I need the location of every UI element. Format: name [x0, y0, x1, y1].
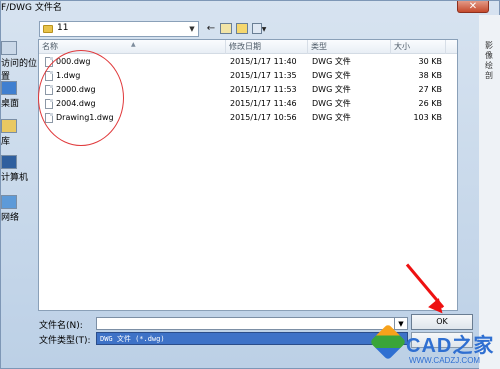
filename-label: 文件名(N):	[39, 321, 83, 331]
view-menu-button[interactable]: ▼	[251, 22, 267, 36]
file-type: DWG 文件	[312, 71, 351, 80]
sidebar-item-desktop[interactable]: 桌面	[1, 81, 37, 109]
file-date: 2015/1/17 11:40	[230, 57, 297, 66]
file-type: DWG 文件	[312, 57, 351, 66]
libraries-icon	[1, 119, 17, 133]
file-size: 38 KB	[418, 71, 442, 80]
annotation-circle	[38, 50, 124, 146]
column-header-date[interactable]: 修改日期	[226, 40, 308, 54]
computer-icon	[1, 155, 17, 169]
column-header-type[interactable]: 类型	[308, 40, 391, 54]
file-type: DWG 文件	[312, 85, 351, 94]
file-type: DWG 文件	[312, 99, 351, 108]
look-in-dropdown[interactable]: 11 ▼	[39, 21, 199, 37]
back-button[interactable]: ←	[205, 22, 217, 36]
sidebar-item-label: 网络	[1, 213, 20, 223]
file-list-header: 名称 ▲ 修改日期 类型 大小	[39, 40, 457, 54]
filetype-value: DWG 文件 (*.dwg)	[100, 335, 165, 343]
filetype-label: 文件类型(T):	[39, 336, 91, 346]
watermark-logo-icon	[369, 323, 407, 361]
sidebar-item-label: 桌面	[1, 99, 20, 109]
file-size: 26 KB	[418, 99, 442, 108]
file-date: 2015/1/17 11:46	[230, 99, 297, 108]
title-bar: F/DWG 文件名 ✕	[1, 1, 499, 13]
up-folder-icon	[220, 22, 232, 34]
sidebar-item-label: 访问的位置	[1, 59, 38, 82]
look-in-value: 11	[57, 23, 69, 33]
new-folder-button[interactable]	[235, 22, 249, 36]
open-file-dialog: F/DWG 文件名 ✕ 影像绘剖 11 ▼ ← ▼ 访问的位置 桌面 库 计算机…	[0, 0, 500, 369]
sidebar-item-recent[interactable]: 访问的位置	[1, 41, 37, 82]
sidebar-item-network[interactable]: 网络	[1, 195, 37, 223]
chevron-down-icon: ▼	[189, 25, 195, 33]
places-sidebar: 访问的位置 桌面 库 计算机 网络	[1, 39, 37, 294]
file-size: 30 KB	[418, 57, 442, 66]
window-title: F/DWG 文件名	[1, 3, 62, 13]
desktop-icon	[1, 81, 17, 95]
file-size: 103 KB	[413, 113, 442, 122]
sidebar-item-label: 计算机	[1, 173, 29, 183]
watermark-brand: CAD之家	[406, 335, 495, 357]
filename-input[interactable]	[96, 317, 408, 330]
new-folder-icon	[236, 22, 248, 34]
sidebar-item-computer[interactable]: 计算机	[1, 155, 37, 183]
sidebar-item-label: 库	[1, 137, 11, 147]
sort-arrow-icon: ▲	[131, 41, 136, 48]
watermark-url: WWW.CADZJ.COM	[409, 356, 481, 365]
up-folder-button[interactable]	[219, 22, 233, 36]
file-date: 2015/1/17 11:53	[230, 85, 297, 94]
close-button[interactable]: ✕	[457, 1, 489, 13]
view-icon	[251, 22, 262, 34]
column-header-size[interactable]: 大小	[391, 40, 446, 54]
network-icon	[1, 195, 17, 209]
watermark: CAD之家 WWW.CADZJ.COM	[369, 323, 500, 369]
file-date: 2015/1/17 10:56	[230, 113, 297, 122]
file-date: 2015/1/17 11:35	[230, 71, 297, 80]
file-type: DWG 文件	[312, 113, 351, 122]
sidebar-item-libraries[interactable]: 库	[1, 119, 37, 147]
folder-icon	[43, 25, 53, 33]
recent-places-icon	[1, 41, 17, 55]
filetype-select[interactable]: DWG 文件 (*.dwg)	[96, 332, 408, 345]
file-size: 27 KB	[418, 85, 442, 94]
background-window-text: 影像绘剖	[485, 41, 493, 80]
chevron-down-icon: ▼	[261, 26, 267, 33]
